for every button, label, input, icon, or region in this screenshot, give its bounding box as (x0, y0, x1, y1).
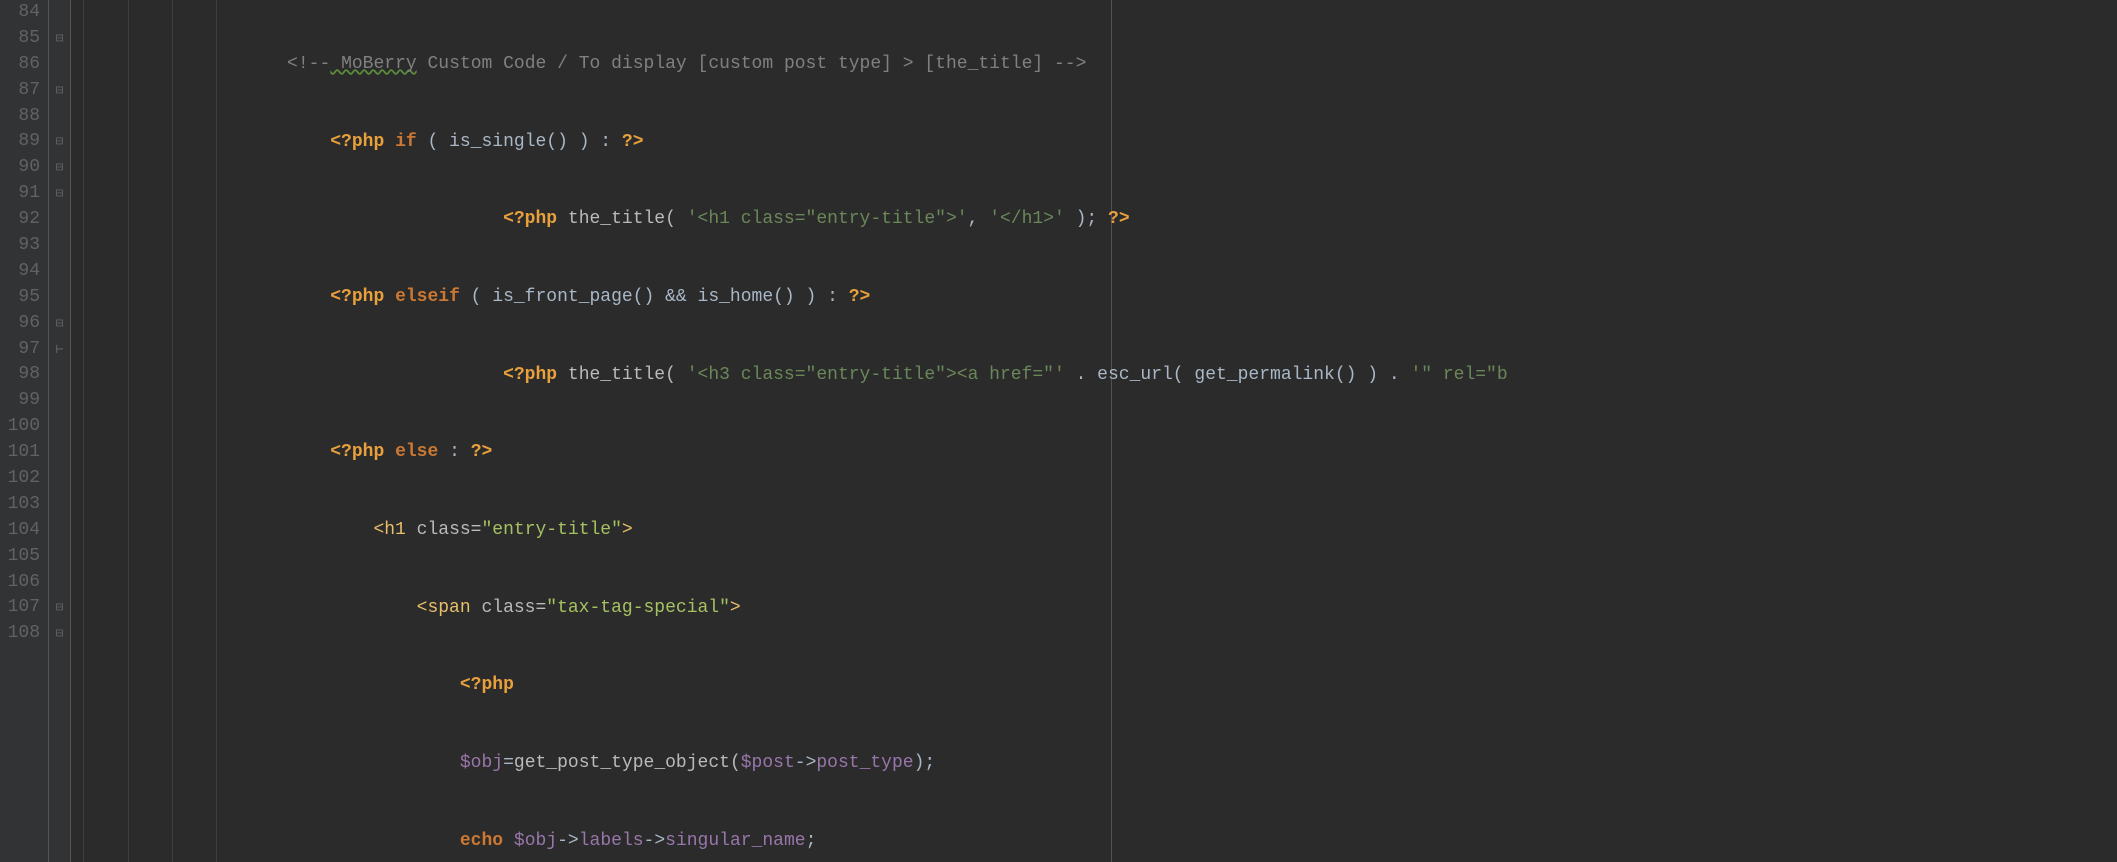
line-number[interactable]: 96 (0, 311, 40, 337)
code-line[interactable]: <?php (71, 673, 2117, 699)
fold-marker[interactable]: ⊟ (49, 621, 70, 647)
code-line[interactable]: $obj=get_post_type_object($post->post_ty… (71, 751, 2117, 777)
line-number[interactable]: 102 (0, 466, 40, 492)
fold-marker[interactable]: ⊟ (49, 311, 70, 337)
code-content[interactable]: <!-- MoBerry Custom Code / To display [c… (71, 0, 2117, 862)
fold-marker[interactable]: ⊟ (49, 181, 70, 207)
code-line[interactable]: <?php else : ?> (71, 440, 2117, 466)
fold-marker[interactable]: ⊟ (49, 155, 70, 181)
fold-marker[interactable] (49, 104, 70, 130)
line-number[interactable]: 91 (0, 181, 40, 207)
fold-marker[interactable] (49, 492, 70, 518)
line-number[interactable]: 100 (0, 414, 40, 440)
fold-marker[interactable] (49, 285, 70, 311)
fold-marker[interactable] (49, 466, 70, 492)
fold-marker[interactable] (49, 570, 70, 596)
fold-marker[interactable] (49, 440, 70, 466)
fold-marker[interactable] (49, 362, 70, 388)
line-number[interactable]: 88 (0, 104, 40, 130)
line-number[interactable]: 104 (0, 518, 40, 544)
line-number[interactable]: 93 (0, 233, 40, 259)
code-line[interactable]: <!-- MoBerry Custom Code / To display [c… (71, 52, 2117, 78)
line-number[interactable]: 87 (0, 78, 40, 104)
fold-marker[interactable] (49, 388, 70, 414)
code-line[interactable]: <h1 class="entry-title"> (71, 518, 2117, 544)
fold-marker[interactable] (49, 52, 70, 78)
code-area[interactable]: <!-- MoBerry Custom Code / To display [c… (71, 0, 2117, 862)
fold-marker[interactable]: ⊢ (49, 337, 70, 363)
code-line[interactable]: <?php elseif ( is_front_page() && is_hom… (71, 285, 2117, 311)
line-number[interactable]: 106 (0, 570, 40, 596)
line-number[interactable]: 86 (0, 52, 40, 78)
code-line[interactable]: echo $obj->labels->singular_name; (71, 829, 2117, 855)
fold-marker[interactable]: ⊟ (49, 595, 70, 621)
line-number[interactable]: 107 (0, 595, 40, 621)
line-number[interactable]: 98 (0, 362, 40, 388)
line-number[interactable]: 89 (0, 129, 40, 155)
fold-marker[interactable]: ⊟ (49, 78, 70, 104)
fold-marker[interactable] (49, 259, 70, 285)
fold-gutter[interactable]: ⊟ ⊟ ⊟ ⊟ ⊟ ⊟ ⊢ ⊟ ⊟ (49, 0, 71, 862)
line-number[interactable]: 90 (0, 155, 40, 181)
code-line[interactable]: <?php the_title( '<h3 class="entry-title… (71, 363, 2117, 389)
fold-marker[interactable] (49, 414, 70, 440)
fold-marker[interactable] (49, 0, 70, 26)
line-number[interactable]: 99 (0, 388, 40, 414)
fold-marker[interactable] (49, 233, 70, 259)
code-line[interactable]: <?php the_title( '<h1 class="entry-title… (71, 207, 2117, 233)
line-number[interactable]: 92 (0, 207, 40, 233)
line-number[interactable]: 105 (0, 544, 40, 570)
fold-marker[interactable] (49, 544, 70, 570)
code-line[interactable]: <?php if ( is_single() ) : ?> (71, 130, 2117, 156)
line-number[interactable]: 97 (0, 337, 40, 363)
code-editor: 84 85 86 87 88 89 90 91 92 93 94 95 96 9… (0, 0, 2117, 862)
code-line[interactable]: <span class="tax-tag-special"> (71, 596, 2117, 622)
line-number[interactable]: 95 (0, 285, 40, 311)
line-number[interactable]: 101 (0, 440, 40, 466)
line-number[interactable]: 108 (0, 621, 40, 647)
fold-marker[interactable]: ⊟ (49, 129, 70, 155)
line-number[interactable]: 84 (0, 0, 40, 26)
fold-marker[interactable]: ⊟ (49, 26, 70, 52)
line-number-gutter[interactable]: 84 85 86 87 88 89 90 91 92 93 94 95 96 9… (0, 0, 49, 862)
line-number[interactable]: 85 (0, 26, 40, 52)
line-number[interactable]: 103 (0, 492, 40, 518)
fold-marker[interactable] (49, 207, 70, 233)
line-number[interactable]: 94 (0, 259, 40, 285)
fold-marker[interactable] (49, 518, 70, 544)
